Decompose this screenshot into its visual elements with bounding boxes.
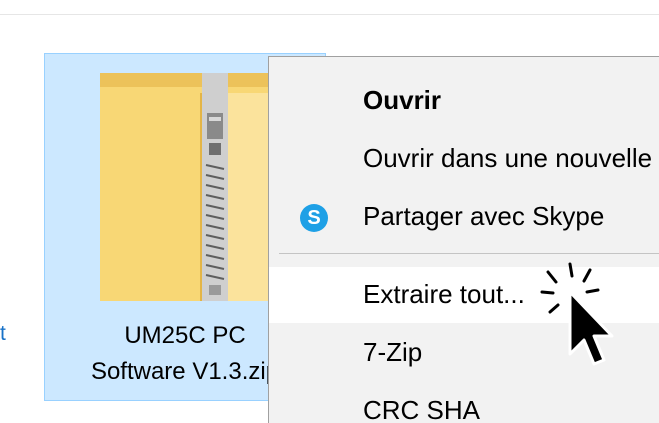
menu-item-label: Ouvrir dans une nouvelle fenêtre <box>363 143 659 173</box>
menu-separator <box>279 253 659 254</box>
partial-file-label: t <box>0 322 6 345</box>
skype-icon: S <box>300 204 328 232</box>
mouse-pointer-icon <box>540 262 614 366</box>
zip-folder-icon <box>100 73 280 301</box>
menu-item-label: Partager avec Skype <box>363 201 605 231</box>
menu-item-label: 7-Zip <box>363 337 423 367</box>
menu-item-open-new-window[interactable]: Ouvrir dans une nouvelle fenêtre <box>269 131 659 187</box>
menu-item-crc-sha[interactable]: CRC SHA <box>269 383 659 423</box>
menu-item-label: Ouvrir <box>363 85 442 115</box>
menu-item-share-skype[interactable]: S Partager avec Skype <box>269 189 659 245</box>
menu-item-label: Extraire tout... <box>363 279 525 309</box>
top-divider <box>0 14 659 15</box>
menu-item-open[interactable]: Ouvrir <box>269 73 659 129</box>
menu-item-label: CRC SHA <box>363 395 481 423</box>
